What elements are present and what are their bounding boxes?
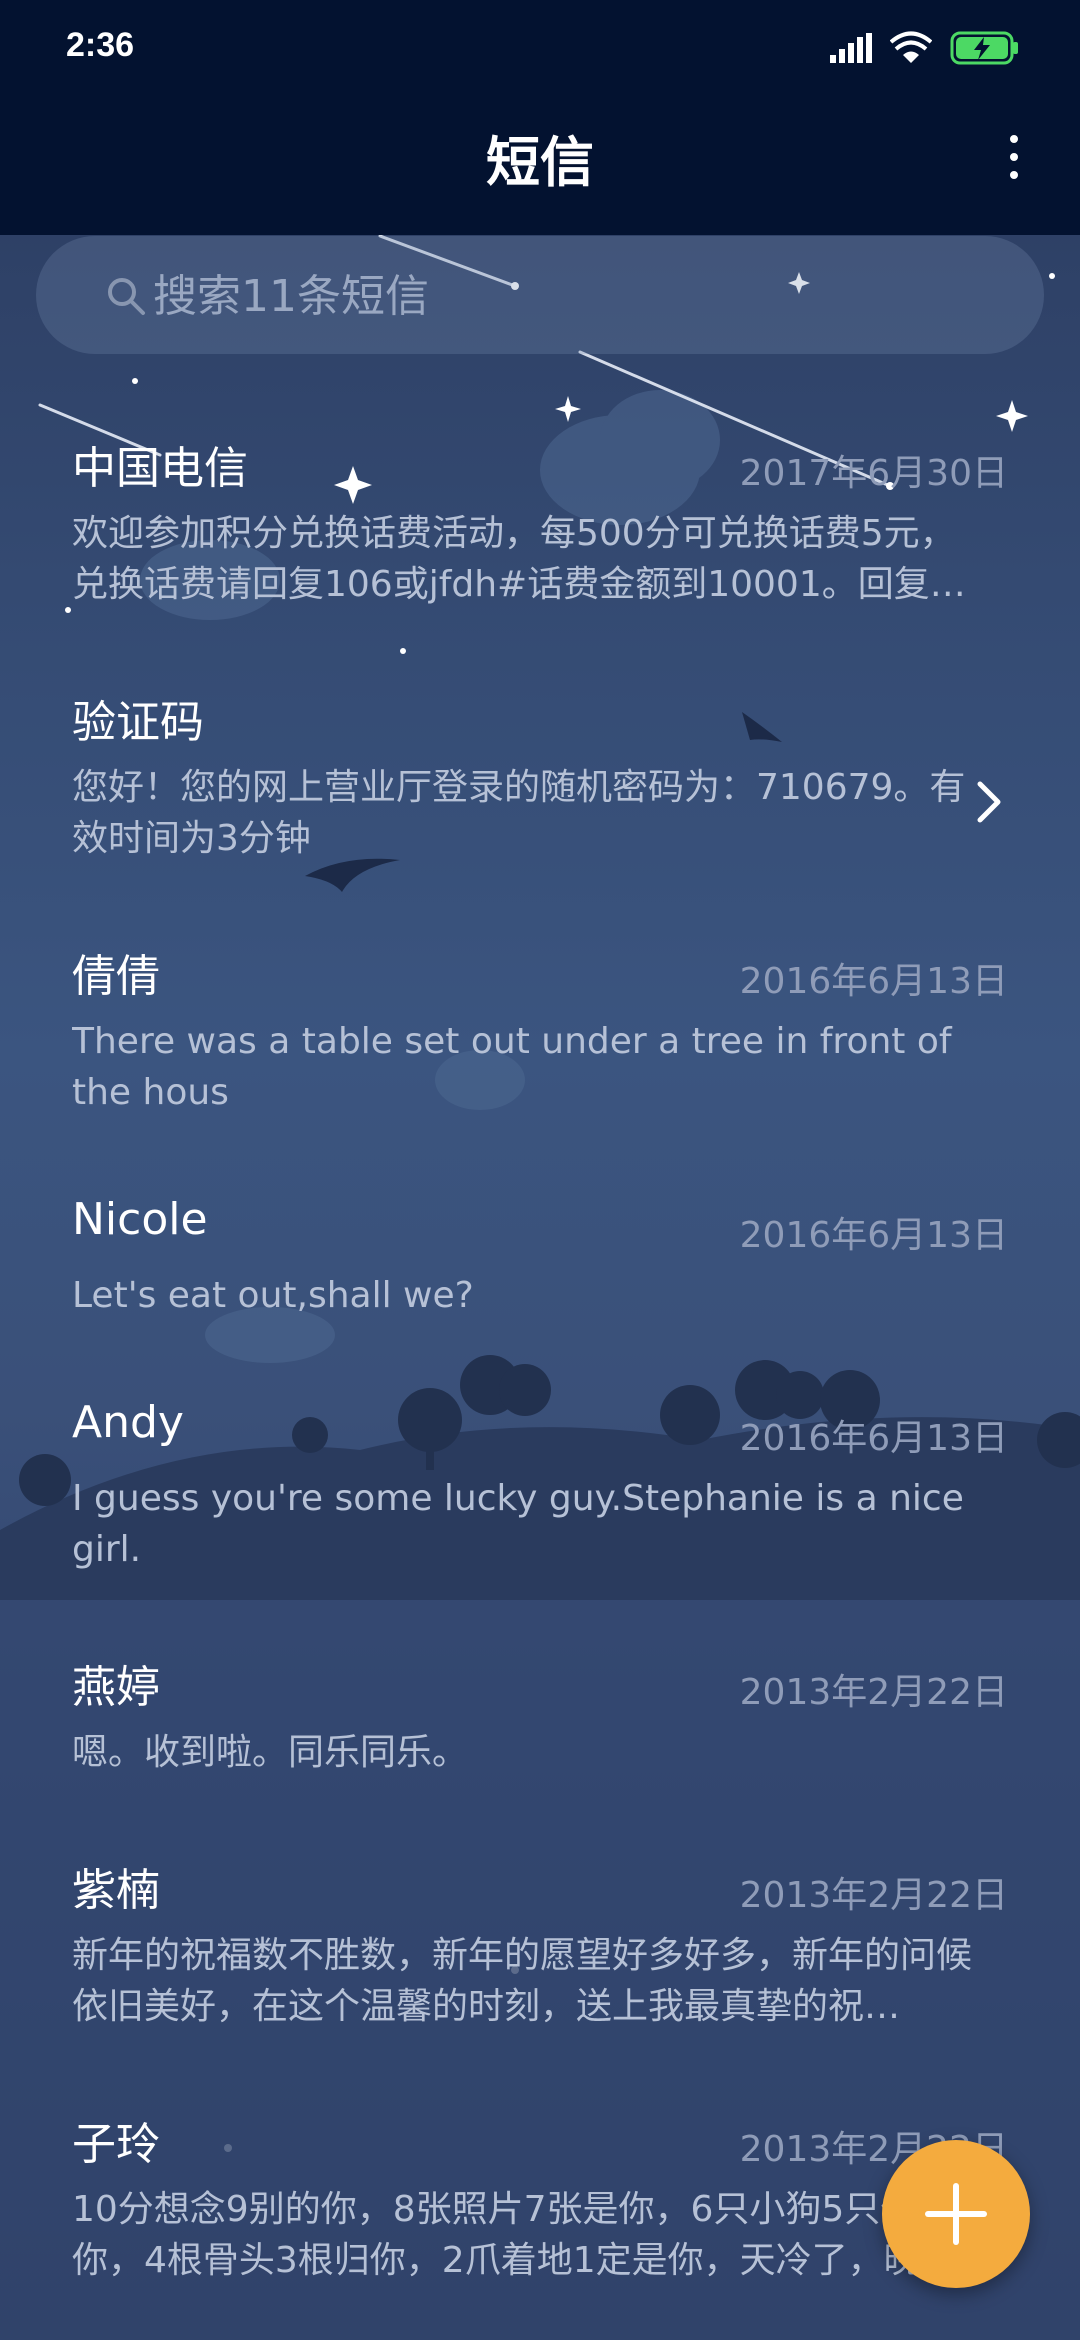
message-preview: There was a table set out under a tree i…	[72, 1021, 952, 1113]
battery-charging-icon	[950, 31, 1018, 65]
list-item[interactable]: 验证码 您好！您的网上营业厅登录的随机密码为：710679。有效时间为3分钟	[0, 674, 1080, 904]
search-bar[interactable]	[36, 236, 1044, 354]
list-item[interactable]: 燕婷 2013年2月22日 嗯。收到啦。同乐同乐。	[0, 1639, 1080, 1869]
app-header: 2:36 短信	[0, 0, 1080, 235]
search-input[interactable]	[151, 260, 975, 332]
page-title: 短信	[486, 131, 594, 194]
sender-name: Andy	[72, 1397, 184, 1448]
message-preview: 10分想念9别的你，8张照片7张是你，6只小狗5只像你，4根骨头3根归你，2爪着…	[72, 2189, 956, 2281]
status-time: 2:36	[66, 26, 135, 64]
list-item[interactable]: 倩倩 2016年6月13日 There was a table set out …	[0, 928, 1080, 1158]
message-date: 2013年2月22日	[739, 1672, 1008, 1713]
sender-name: 子玲	[72, 2119, 160, 2170]
message-preview: Let's eat out,shall we?	[72, 1275, 474, 1316]
sender-name: 验证码	[72, 697, 204, 748]
list-item[interactable]: Andy 2016年6月13日 I guess you're some luck…	[0, 1385, 1080, 1615]
chevron-right-icon	[977, 781, 1001, 823]
sender-name: 中国电信	[72, 443, 248, 494]
message-preview: 新年的祝福数不胜数，新年的愿望好多好多，新年的问候依旧美好，在这个温馨的时刻，送…	[72, 1935, 972, 2027]
list-item[interactable]: 紫楠 2013年2月22日 新年的祝福数不胜数，新年的愿望好多好多，新年的问候依…	[0, 1842, 1080, 2072]
message-preview: I guess you're some lucky guy.Stephanie …	[72, 1478, 964, 1570]
signal-icon	[830, 33, 872, 63]
more-options-button[interactable]	[984, 122, 1044, 192]
message-preview: 嗯。收到啦。同乐同乐。	[72, 1732, 469, 1773]
sender-name: Nicole	[72, 1194, 208, 1245]
wifi-icon	[890, 31, 932, 63]
sender-name: 燕婷	[72, 1662, 160, 1713]
status-icons	[830, 28, 1020, 68]
message-date: 2017年6月30日	[739, 453, 1008, 494]
message-date: 2016年6月13日	[739, 1418, 1008, 1459]
new-message-button[interactable]	[882, 2140, 1030, 2288]
sender-name: 倩倩	[72, 951, 160, 1002]
list-item[interactable]: 中国电信 2017年6月30日 欢迎参加积分兑换话费活动，每500分可兑换话费5…	[0, 420, 1080, 650]
message-date: 2016年6月13日	[739, 1215, 1008, 1256]
sender-name: 紫楠	[72, 1865, 160, 1916]
message-preview: 欢迎参加积分兑换话费活动，每500分可兑换话费5元，兑换话费请回复106或jfd…	[72, 513, 966, 605]
message-date: 2013年2月22日	[739, 1875, 1008, 1916]
more-vertical-icon	[1010, 135, 1018, 143]
search-icon	[108, 278, 145, 315]
plus-icon	[925, 2183, 987, 2245]
message-preview: 您好！您的网上营业厅登录的随机密码为：710679。有效时间为3分钟	[72, 767, 966, 859]
message-date: 2016年6月13日	[739, 961, 1008, 1002]
list-item[interactable]: Nicole 2016年6月13日 Let's eat out,shall we…	[0, 1182, 1080, 1412]
